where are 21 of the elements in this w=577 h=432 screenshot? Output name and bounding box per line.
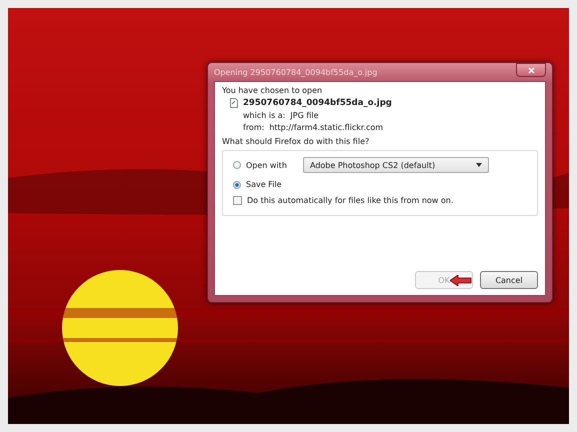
intro-text: You have chosen to open <box>222 86 324 95</box>
source-label: from: <box>243 123 264 132</box>
radio-button[interactable] <box>233 180 241 188</box>
checkbox[interactable] <box>233 196 242 205</box>
type-label: which is a: <box>243 111 286 120</box>
source-url: http://farm4.static.flickr.com <box>269 123 384 132</box>
application-dropdown[interactable]: Adobe Photoshop CS2 (default) <box>303 157 489 173</box>
close-button[interactable] <box>516 63 546 77</box>
close-icon <box>528 66 534 74</box>
file-icon <box>230 98 238 108</box>
radio-button[interactable] <box>233 161 241 169</box>
pointer-arrow-icon <box>450 275 472 286</box>
radio-label[interactable]: Open with <box>246 160 294 170</box>
file-name: 2950760784_0094bf55da_o.jpg <box>243 98 392 108</box>
file-type: JPG file <box>290 111 318 120</box>
question-text: What should Firefox do with this file? <box>222 137 370 146</box>
radio-label[interactable]: Save File <box>246 180 282 189</box>
caret-icon <box>476 163 482 167</box>
window-title: Opening 2950760784_0094bf55da_o.jpg <box>214 68 378 76</box>
checkbox-label[interactable]: Do this automatically for files like this from now on. <box>247 196 454 205</box>
cancel-button[interactable]: Cancel <box>480 271 538 289</box>
